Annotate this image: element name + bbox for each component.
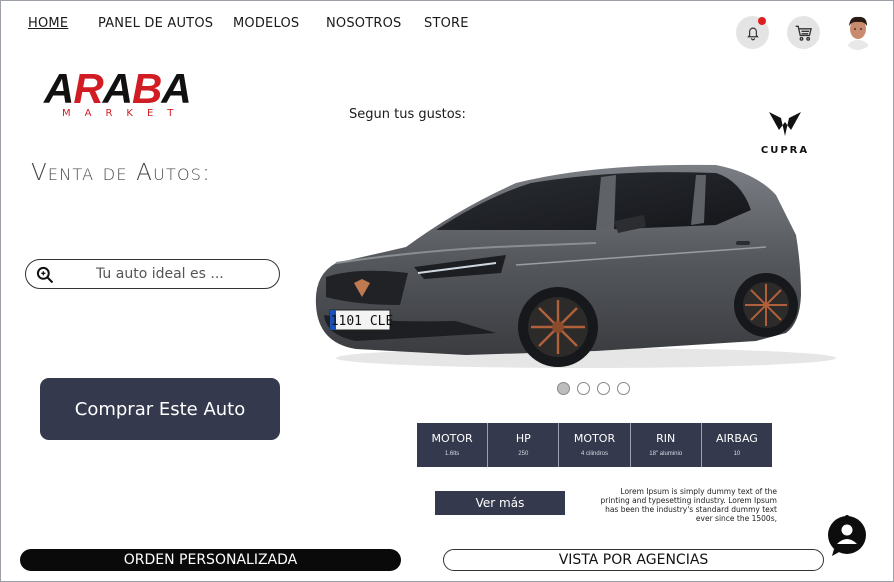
search-input[interactable] (26, 266, 279, 282)
specs-table: MOTOR 1.6lts HP 250 MOTOR 4 cilindros RI… (417, 423, 772, 467)
spec-value: 10 (733, 451, 741, 457)
nav-home[interactable]: HOME (28, 16, 68, 31)
logo-text: ARABA (44, 65, 192, 112)
spec-rin: RIN 18" aluminio (631, 423, 702, 467)
venta-title: Venta de Autos: (31, 160, 212, 186)
nav-modelos[interactable]: MODELOS (233, 16, 299, 31)
car-image: 1101 CLE (315, 164, 836, 368)
spec-value: 4 cilindros (581, 451, 609, 457)
spec-cilindros: MOTOR 4 cilindros (559, 423, 631, 467)
carousel-dot-1[interactable] (557, 382, 570, 395)
license-plate: 1101 CLE (331, 314, 394, 329)
cart-icon (795, 25, 812, 41)
buy-car-button[interactable]: Comprar Este Auto (40, 378, 280, 440)
notification-dot (758, 17, 766, 25)
spec-hp: HP 250 (488, 423, 560, 467)
spec-title: RIN (656, 432, 676, 445)
spec-value: 1.6lts (444, 451, 460, 457)
spec-motor: MOTOR 1.6lts (417, 423, 489, 467)
spec-title: MOTOR (431, 432, 473, 445)
carousel-dots (557, 382, 630, 395)
spec-value: 250 (518, 451, 529, 457)
spec-value: 18" aluminio (649, 451, 683, 457)
logo-subtitle: MARKET (62, 108, 188, 119)
cupra-emblem-icon (769, 112, 801, 136)
vista-por-agencias-button[interactable]: VISTA POR AGENCIAS (443, 549, 824, 571)
nav-panel-de-autos[interactable]: PANEL DE AUTOS (98, 16, 213, 31)
orden-personalizada-button[interactable]: ORDEN PERSONALIZADA (20, 549, 401, 571)
chat-support-icon[interactable] (826, 515, 868, 557)
cupra-logo: CUPRA (750, 110, 820, 156)
araba-logo: ARABA MARKET (44, 68, 236, 124)
logo-wordmark: ARABA (44, 68, 236, 110)
spec-title: MOTOR (573, 432, 616, 445)
gustos-label: Segun tus gustos: (349, 107, 466, 122)
nav-nosotros[interactable]: NOSOTROS (326, 16, 402, 31)
nav-store[interactable]: STORE (424, 16, 469, 31)
search-icon (36, 266, 54, 284)
user-photo (846, 16, 870, 50)
avatar[interactable] (842, 14, 874, 50)
description-text: Lorem Ipsum is simply dummy text of the … (600, 487, 777, 523)
notifications-button[interactable] (736, 16, 769, 49)
spec-title: HP (515, 432, 531, 445)
spec-title: AIRBAG (716, 432, 758, 445)
cart-button[interactable] (787, 16, 820, 49)
carousel-dot-2[interactable] (577, 382, 590, 395)
ver-mas-button[interactable]: Ver más (435, 491, 565, 515)
search-box[interactable] (25, 259, 280, 289)
spec-airbag: AIRBAG 10 (702, 423, 772, 467)
carousel-dot-4[interactable] (617, 382, 630, 395)
carousel-dot-3[interactable] (597, 382, 610, 395)
bell-icon (746, 27, 759, 40)
